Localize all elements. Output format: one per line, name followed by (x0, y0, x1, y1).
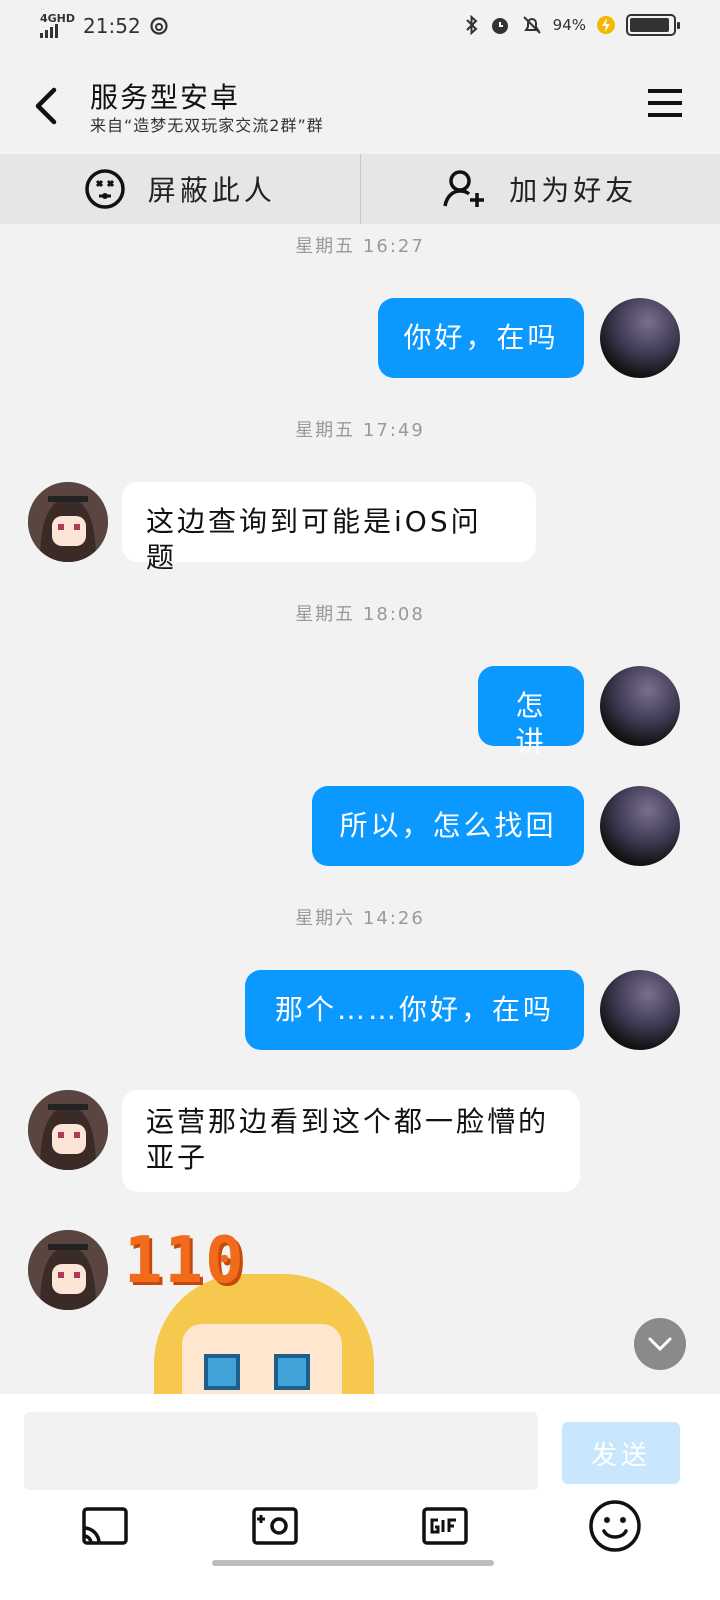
camera-button[interactable] (247, 1498, 303, 1554)
contact-avatar[interactable] (28, 1230, 108, 1310)
network-indicator: 4GHD (40, 12, 76, 38)
status-right: 94% (465, 14, 680, 36)
emoji-icon (589, 1500, 641, 1552)
camera-icon (252, 1507, 298, 1545)
composer: 发送 (0, 1394, 720, 1600)
scroll-to-bottom-button[interactable] (634, 1318, 686, 1370)
incoming-message[interactable]: 运营那边看到这个都一脸懵的亚子 (122, 1090, 580, 1192)
emoji-button[interactable] (587, 1498, 643, 1554)
alarm-icon (491, 18, 508, 34)
sticker-message[interactable]: 110 (124, 1224, 384, 1420)
signal-icon (40, 24, 75, 38)
gif-icon (422, 1507, 468, 1545)
add-friend-icon (443, 170, 485, 207)
outgoing-message[interactable]: 怎讲 (478, 666, 584, 758)
menu-icon[interactable] (648, 88, 682, 118)
message-input[interactable] (24, 1412, 538, 1490)
chat-header: 服务型安卓 来自“造梦无双玩家交流2群”群 (0, 56, 720, 154)
sticker-eye (274, 1354, 310, 1390)
timestamp: 星期六 14:26 (295, 908, 425, 929)
incoming-message[interactable]: 这边查询到可能是iOS问题 (122, 482, 536, 574)
timestamp: 星期五 18:08 (295, 604, 425, 625)
chat-subtitle: 来自“造梦无双玩家交流2群”群 (90, 116, 324, 135)
battery-icon (626, 14, 680, 36)
screen-cast-button[interactable] (77, 1498, 133, 1554)
contact-avatar[interactable] (28, 482, 108, 562)
add-friend-label: 加为好友 (509, 174, 638, 207)
charging-icon (597, 16, 615, 34)
add-friend-button[interactable]: 加为好友 (361, 154, 720, 224)
timestamp: 星期五 17:49 (295, 420, 425, 441)
contact-avatar-image (28, 1090, 108, 1170)
outgoing-message[interactable]: 所以，怎么找回 (312, 786, 584, 866)
my-avatar[interactable] (600, 298, 680, 378)
chat-messages[interactable]: 星期五 16:27 你好，在吗 星期五 17:49 这边查询到可能是iOS问题 … (0, 224, 720, 1420)
home-indicator[interactable] (212, 1560, 494, 1566)
send-button[interactable]: 发送 (562, 1422, 680, 1484)
network-label: 4GHD (40, 12, 76, 25)
timestamp: 星期五 16:27 (295, 236, 425, 257)
action-bar: 屏蔽此人 加为好友 (0, 154, 720, 224)
chat-title: 服务型安卓 (90, 81, 241, 114)
status-bar: 4GHD 21:52 94% (0, 0, 720, 56)
composer-toolbar (0, 1498, 720, 1554)
sticker-number: 110 (124, 1224, 246, 1298)
block-user-button[interactable]: 屏蔽此人 (0, 154, 360, 224)
my-avatar[interactable] (600, 786, 680, 866)
status-left: 4GHD 21:52 (40, 12, 169, 38)
clock: 21:52 (83, 14, 141, 38)
back-icon[interactable] (28, 82, 64, 130)
my-avatar[interactable] (600, 970, 680, 1050)
chevron-down-icon (648, 1337, 672, 1352)
outgoing-message[interactable]: 那个……你好，在吗 (245, 970, 584, 1050)
contact-avatar[interactable] (28, 1090, 108, 1170)
outgoing-message[interactable]: 你好，在吗 (378, 298, 584, 378)
sticker-eye (204, 1354, 240, 1390)
contact-avatar-image (28, 482, 108, 562)
block-user-label: 屏蔽此人 (147, 174, 276, 207)
app-notification-icon (150, 17, 168, 35)
contact-avatar-image (28, 1230, 108, 1310)
my-avatar[interactable] (600, 666, 680, 746)
gif-button[interactable] (417, 1498, 473, 1554)
block-icon (84, 169, 125, 209)
bluetooth-icon (465, 14, 478, 36)
screen-cast-icon (82, 1507, 128, 1545)
battery-percent: 94% (552, 16, 586, 34)
mute-icon (522, 16, 541, 34)
